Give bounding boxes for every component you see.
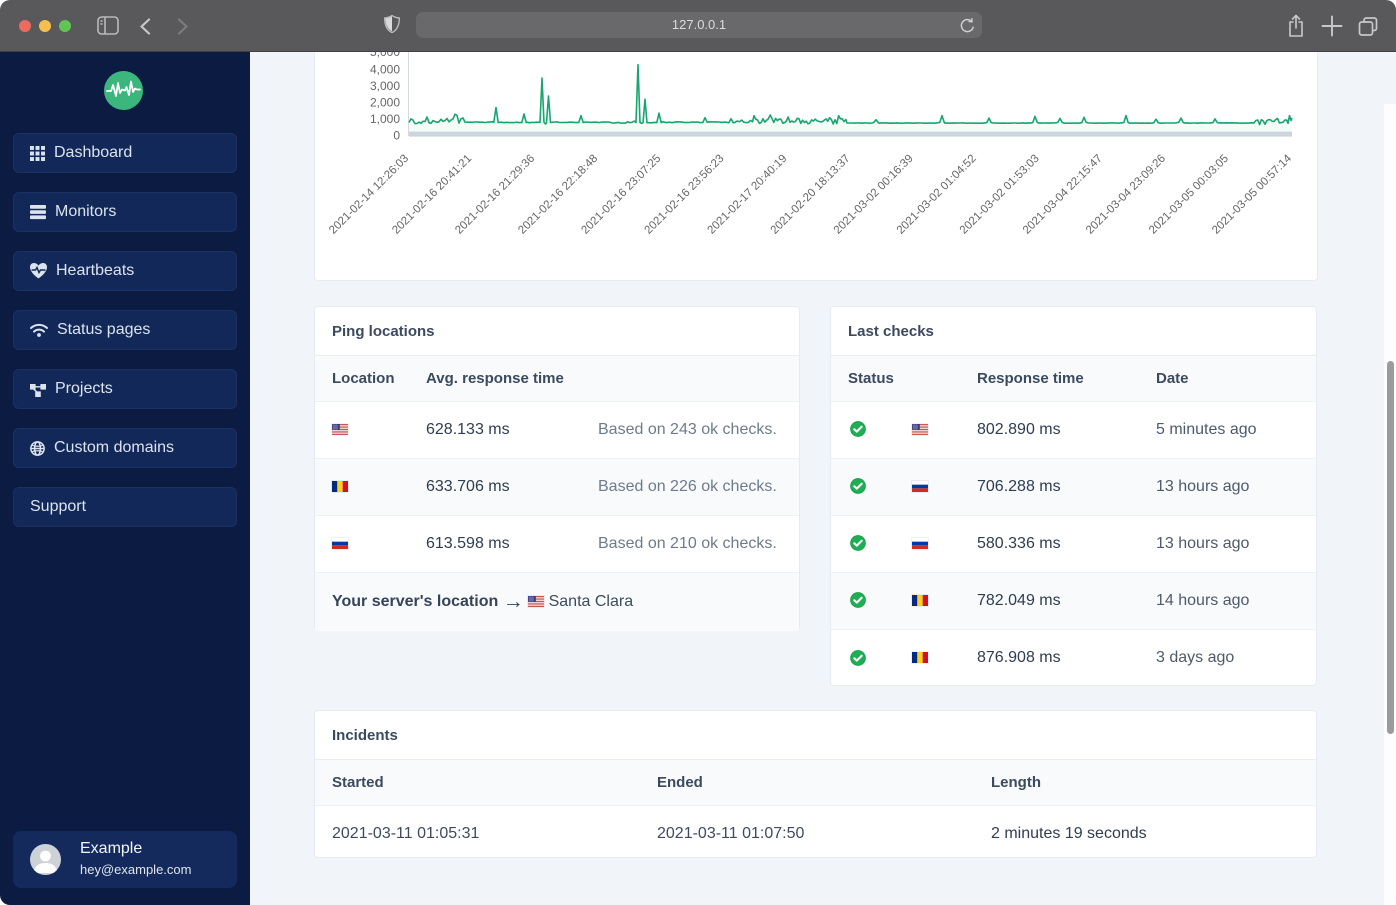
svg-text:5,000: 5,000	[370, 52, 400, 59]
svg-text:1,000: 1,000	[370, 112, 400, 126]
svg-text:4,000: 4,000	[370, 63, 400, 77]
svg-text:0: 0	[393, 129, 400, 143]
svg-text:2,000: 2,000	[370, 96, 400, 110]
svg-text:3,000: 3,000	[370, 79, 400, 93]
